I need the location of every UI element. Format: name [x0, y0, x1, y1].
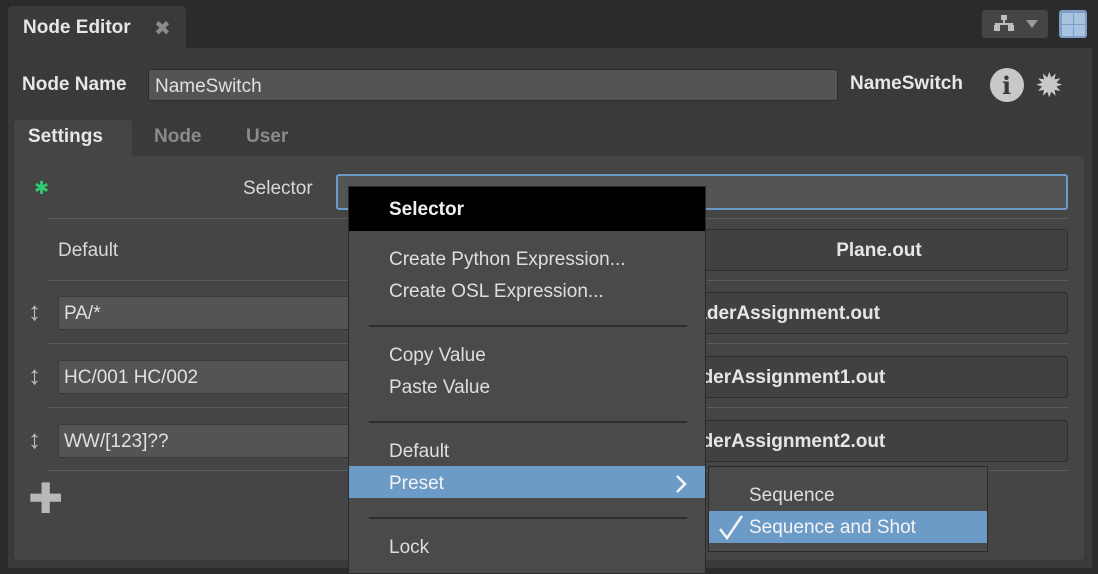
- preset-submenu: Sequence Sequence and Shot: [708, 466, 988, 552]
- menu-separator: [369, 325, 687, 327]
- name-pattern-input-2[interactable]: HC/001 HC/002: [58, 360, 358, 394]
- checkmark-icon: [719, 515, 744, 541]
- menu-item-default[interactable]: Default: [389, 441, 449, 463]
- default-value-field[interactable]: Plane.out: [690, 229, 1068, 271]
- menu-item-copy-value[interactable]: Copy Value: [389, 345, 486, 367]
- default-label: Default: [58, 240, 119, 261]
- menu-title: Selector: [349, 187, 705, 231]
- drag-handle-icon[interactable]: ↕: [28, 424, 41, 455]
- gear-icon[interactable]: ✹: [1035, 66, 1064, 106]
- menu-item-create-osl-expression[interactable]: Create OSL Expression...: [389, 281, 604, 303]
- menu-item-paste-value[interactable]: Paste Value: [389, 377, 490, 399]
- chevron-down-icon: [1026, 20, 1038, 28]
- drag-handle-icon[interactable]: ↕: [28, 360, 41, 391]
- chevron-right-icon: [676, 475, 687, 493]
- add-row-icon[interactable]: ✚: [28, 478, 63, 520]
- tab-user[interactable]: User: [246, 126, 288, 148]
- layout-menu-button[interactable]: [982, 10, 1048, 38]
- menu-item-create-python-expression[interactable]: Create Python Expression...: [389, 249, 626, 271]
- menu-separator: [369, 517, 687, 519]
- selector-label: Selector: [243, 178, 313, 199]
- menu-item-lock[interactable]: Lock: [389, 537, 429, 559]
- node-name-label: Node Name: [22, 74, 127, 95]
- tab-node[interactable]: Node: [154, 126, 202, 148]
- menu-item-preset-label: Preset: [389, 473, 444, 494]
- name-pattern-input-1[interactable]: PA/*: [58, 296, 358, 330]
- context-menu: Selector Create Python Expression... Cre…: [348, 186, 706, 574]
- panel-layout-icon[interactable]: [1059, 10, 1087, 38]
- tab-node-editor[interactable]: Node Editor ✖: [8, 6, 186, 48]
- modified-indicator-icon: ✱: [34, 178, 50, 198]
- tab-settings[interactable]: Settings: [28, 126, 103, 148]
- submenu-item-label: Sequence and Shot: [749, 517, 916, 538]
- hierarchy-icon: [994, 15, 1014, 31]
- close-icon[interactable]: ✖: [154, 16, 171, 41]
- tab-title: Node Editor: [23, 17, 131, 38]
- drag-handle-icon[interactable]: ↕: [28, 296, 41, 327]
- name-pattern-input-3[interactable]: WW/[123]??: [58, 424, 358, 458]
- node-name-input[interactable]: NameSwitch: [148, 69, 838, 101]
- info-icon[interactable]: i: [990, 68, 1024, 102]
- node-type-label: NameSwitch: [850, 73, 963, 94]
- menu-separator: [369, 421, 687, 423]
- submenu-item-sequence[interactable]: Sequence: [749, 485, 835, 507]
